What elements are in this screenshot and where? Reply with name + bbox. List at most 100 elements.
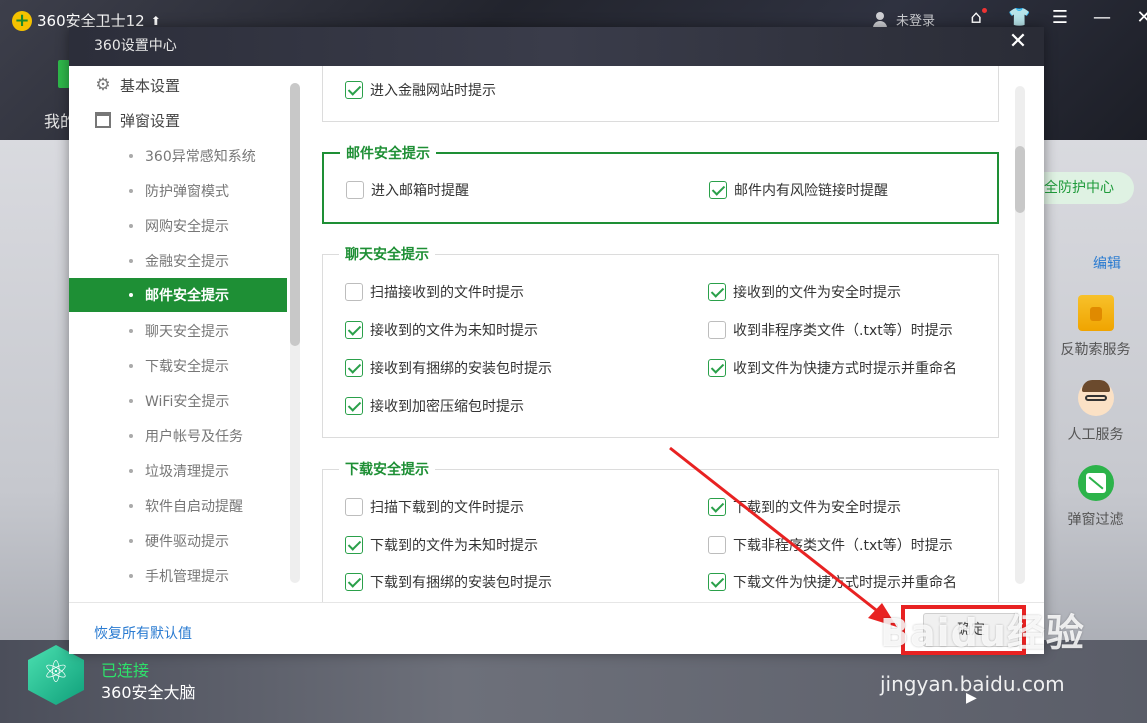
option-label: 接收到的文件为安全时提示 [733,285,901,301]
sidebar-item-shopping[interactable]: 网购安全提示 [69,209,287,243]
settings-dialog: 360设置中心 ✕ ⚙ 基本设置 弹窗设置 360异常感知系统 防护弹窗模式 网… [69,27,1044,654]
protection-center-button[interactable]: 全防护中心 [1044,172,1134,204]
sidebar-item-hardware-driver[interactable]: 硬件驱动提示 [69,524,287,558]
option-label: 扫描接收到的文件时提示 [370,285,524,301]
settings-sidebar: ⚙ 基本设置 弹窗设置 360异常感知系统 防护弹窗模式 网购安全提示 金融安全… [69,66,301,602]
sidebar-item-finance[interactable]: 金融安全提示 [69,244,287,278]
checkbox[interactable] [345,573,363,591]
option-chat-nonprogram[interactable]: 收到非程序类文件（.txt等）时提示 [708,320,953,340]
option-label: 下载到有捆绑的安装包时提示 [370,575,552,591]
checkbox[interactable] [345,321,363,339]
edit-link[interactable]: 编辑 [1093,253,1121,273]
popup-filter-icon [1077,465,1114,501]
option-download-bundled[interactable]: 下载到有捆绑的安装包时提示 [345,572,552,592]
checkbox[interactable] [708,573,726,591]
option-label: 下载文件为快捷方式时提示并重命名 [733,575,957,591]
sidebar-item-account-tasks[interactable]: 用户帐号及任务 [69,419,287,453]
security-brain-logo[interactable] [28,645,88,710]
minimize-icon[interactable]: — [1092,8,1112,28]
manual-service-label: 人工服务 [1067,427,1124,443]
bullet [129,399,133,403]
option-label: 接收到加密压缩包时提示 [370,399,524,415]
option-finance-site[interactable]: 进入金融网站时提示 [345,80,496,100]
home-notification-icon[interactable]: ⌂ [966,8,987,28]
sidebar-item-label: 用户帐号及任务 [145,429,243,445]
option-label: 邮件内有风险链接时提醒 [734,183,888,199]
sidebar-item-popup-settings[interactable]: 弹窗设置 [69,103,289,137]
sidebar-item-label: 聊天安全提示 [145,324,229,340]
sidebar-scroll-thumb[interactable] [290,83,300,346]
checkbox[interactable] [345,536,363,554]
sidebar-item-label: 手机管理提示 [145,569,229,585]
bullet [129,539,133,543]
option-chat-shortcut[interactable]: 收到文件为快捷方式时提示并重命名 [708,358,957,378]
checkbox[interactable] [708,283,726,301]
popup-filter-item[interactable]: 弹窗过滤 [1044,465,1147,529]
menu-icon[interactable]: ☰ [1050,8,1070,28]
sidebar-item-popup-mode[interactable]: 防护弹窗模式 [69,174,287,208]
sidebar-item-download[interactable]: 下载安全提示 [69,349,287,383]
sidebar-item-wifi[interactable]: WiFi安全提示 [69,384,287,418]
bullet [129,574,133,578]
option-chat-safe[interactable]: 接收到的文件为安全时提示 [708,282,901,302]
dialog-title: 360设置中心 [94,38,177,54]
checkbox[interactable] [345,397,363,415]
sidebar-item-label: WiFi安全提示 [145,394,230,410]
user-icon [872,11,888,28]
sidebar-item-mail[interactable]: 邮件安全提示 [69,278,287,312]
sidebar-item-chat[interactable]: 聊天安全提示 [69,314,287,348]
group-title: 下载安全提示 [339,459,435,479]
checkbox[interactable] [345,498,363,516]
checkbox[interactable] [709,181,727,199]
checkbox[interactable] [708,536,726,554]
sidebar-item-label: 硬件驱动提示 [145,534,229,550]
sidebar-scrollbar[interactable] [290,83,300,583]
upgrade-arrow-icon[interactable]: ⬆ [151,14,161,28]
option-download-unknown[interactable]: 下载到的文件为未知时提示 [345,535,538,555]
chat-group: 聊天安全提示 扫描接收到的文件时提示 接收到的文件为安全时提示 接收到的文件为未… [322,244,999,438]
atom-icon [28,645,84,705]
restore-defaults-link[interactable]: 恢复所有默认值 [94,623,192,643]
option-label: 扫描下载到的文件时提示 [370,500,524,516]
app-logo-icon: + [12,10,32,31]
brain-status: 已连接 [101,661,150,680]
option-chat-unknown[interactable]: 接收到的文件为未知时提示 [345,320,538,340]
option-download-shortcut[interactable]: 下载文件为快捷方式时提示并重命名 [708,572,957,592]
checkbox[interactable] [346,181,364,199]
option-mail-risk-link[interactable]: 邮件内有风险链接时提醒 [709,180,888,200]
brain-name: 360安全大脑 [101,683,196,702]
close-window-icon[interactable]: ✕ [1134,8,1147,28]
notification-dot [982,8,987,13]
finance-group: 进入金融网站时提示 [322,66,999,122]
sidebar-item-label: 金融安全提示 [145,254,229,270]
sidebar-item-label: 下载安全提示 [145,359,229,375]
dialog-close-icon[interactable]: ✕ [1008,29,1028,54]
content-scrollbar[interactable] [1015,86,1025,584]
sidebar-item-basic-settings[interactable]: ⚙ 基本设置 [69,68,289,102]
content-scroll-thumb[interactable] [1015,146,1025,213]
sidebar-item-phone-manager[interactable]: 手机管理提示 [69,559,287,593]
checkbox[interactable] [708,321,726,339]
ransomware-service-item[interactable]: 反勒索服务 [1044,295,1147,359]
sidebar-item-cleanup[interactable]: 垃圾清理提示 [69,454,287,488]
checkbox[interactable] [708,359,726,377]
checkbox[interactable] [708,498,726,516]
option-label: 收到非程序类文件（.txt等）时提示 [733,323,953,339]
option-download-safe[interactable]: 下载到的文件为安全时提示 [708,497,901,517]
skin-shirt-icon[interactable]: 👕 [1008,8,1030,28]
checkbox[interactable] [345,81,363,99]
option-download-scan[interactable]: 扫描下载到的文件时提示 [345,497,524,517]
option-label: 下载到的文件为安全时提示 [733,500,901,516]
checkbox[interactable] [345,359,363,377]
settings-content: 进入金融网站时提示 邮件安全提示 进入邮箱时提醒 邮件内有风险链接时提醒 聊天安… [301,66,1044,602]
sidebar-item-autostart[interactable]: 软件自启动提醒 [69,489,287,523]
option-chat-scan[interactable]: 扫描接收到的文件时提示 [345,282,524,302]
option-chat-encrypted[interactable]: 接收到加密压缩包时提示 [345,396,524,416]
bullet [129,504,133,508]
option-mail-enter[interactable]: 进入邮箱时提醒 [346,180,469,200]
option-download-nonprogram[interactable]: 下载非程序类文件（.txt等）时提示 [708,535,953,555]
checkbox[interactable] [345,283,363,301]
manual-service-item[interactable]: 人工服务 [1044,380,1147,444]
option-chat-bundled[interactable]: 接收到有捆绑的安装包时提示 [345,358,552,378]
sidebar-item-anomaly-system[interactable]: 360异常感知系统 [69,139,287,173]
